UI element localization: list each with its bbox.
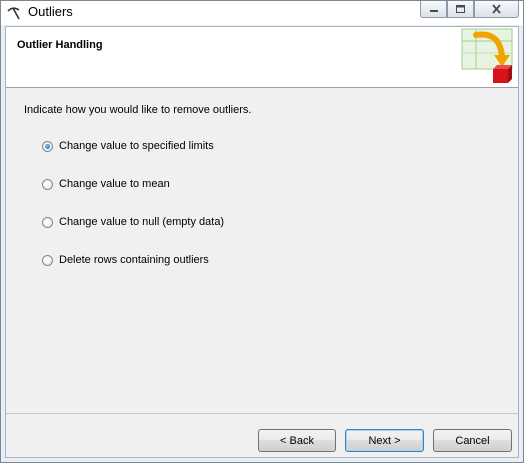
option-label: Change value to null (empty data) bbox=[59, 216, 225, 228]
option-label: Change value to mean bbox=[59, 178, 170, 190]
outliers-dialog: Outliers Outlier Handling Indicate how y… bbox=[0, 0, 524, 463]
maximize-button[interactable] bbox=[447, 1, 474, 18]
cancel-button[interactable]: Cancel bbox=[433, 429, 512, 452]
option-delete-rows[interactable]: Delete rows containing outliers bbox=[42, 252, 209, 268]
page-title: Outlier Handling bbox=[17, 39, 103, 51]
instruction-text: Indicate how you would like to remove ou… bbox=[24, 104, 252, 116]
minimize-icon bbox=[429, 10, 438, 12]
close-button[interactable] bbox=[474, 1, 519, 18]
wizard-content: Indicate how you would like to remove ou… bbox=[6, 88, 518, 411]
option-label: Change value to specified limits bbox=[59, 140, 214, 152]
radio-button-selected[interactable] bbox=[42, 140, 53, 152]
option-null[interactable]: Change value to null (empty data) bbox=[42, 214, 224, 230]
wizard-header: Outlier Handling bbox=[6, 27, 518, 88]
radio-button[interactable] bbox=[42, 178, 53, 190]
maximize-icon bbox=[456, 5, 465, 13]
wizard-panel: Outlier Handling Indicate how you would … bbox=[5, 26, 519, 458]
wizard-arrow-box-icon bbox=[461, 28, 513, 83]
window-title: Outliers bbox=[28, 4, 73, 19]
pickaxe-icon bbox=[7, 7, 20, 20]
option-label: Delete rows containing outliers bbox=[59, 254, 209, 266]
minimize-button[interactable] bbox=[420, 1, 447, 18]
close-icon bbox=[492, 4, 501, 14]
radio-button[interactable] bbox=[42, 216, 53, 228]
title-bar[interactable]: Outliers bbox=[1, 1, 523, 25]
radio-button[interactable] bbox=[42, 254, 53, 266]
option-mean[interactable]: Change value to mean bbox=[42, 176, 170, 192]
footer-divider bbox=[6, 413, 518, 414]
back-button[interactable]: < Back bbox=[258, 429, 336, 452]
option-specified-limits[interactable]: Change value to specified limits bbox=[42, 138, 214, 154]
next-button[interactable]: Next > bbox=[345, 429, 424, 452]
